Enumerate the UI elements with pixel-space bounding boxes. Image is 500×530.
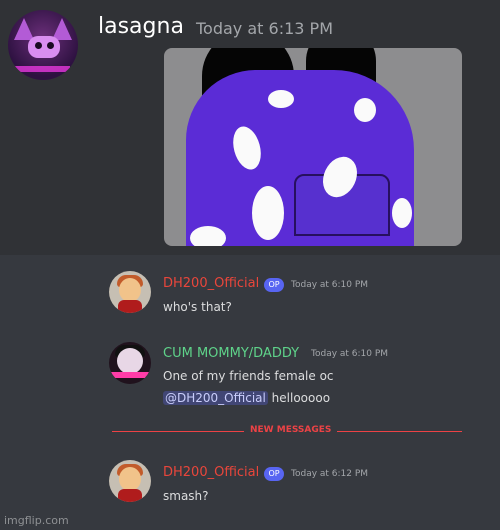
message-text: smash? (163, 489, 209, 503)
username[interactable]: CUM MOMMY/DADDY (163, 346, 299, 361)
timestamp: Today at 6:12 PM (291, 469, 369, 479)
new-messages-label: NEW MESSAGES (244, 425, 338, 435)
avatar-eye (47, 42, 54, 49)
illustration-dot (392, 198, 412, 228)
message-text: who's that? (163, 300, 232, 314)
message-text-reply: @DH200_Official hellooooo (163, 391, 330, 405)
username[interactable]: DH200_Official (163, 276, 259, 291)
top-message: lasagna Today at 6:13 PM (0, 0, 500, 255)
message-text: hellooooo (271, 391, 331, 405)
illustration-dot (268, 90, 294, 108)
avatar-body (118, 300, 142, 313)
avatar-ear (14, 18, 34, 40)
illustration-dot (252, 186, 284, 240)
watermark: imgflip.com (4, 514, 69, 527)
avatar-glitch (14, 66, 70, 72)
avatar-glitch (111, 372, 149, 378)
username[interactable]: lasagna (98, 14, 184, 39)
op-badge: OP (264, 467, 284, 481)
avatar[interactable] (109, 271, 151, 313)
illustration-dot (354, 98, 376, 122)
timestamp: Today at 6:10 PM (291, 280, 369, 290)
message-text: One of my friends female oc (163, 369, 334, 383)
timestamp: Today at 6:13 PM (196, 19, 333, 38)
avatar-face (28, 36, 60, 58)
avatar-head (117, 348, 143, 374)
image-attachment[interactable] (164, 48, 462, 246)
avatar-head (119, 278, 141, 302)
user-mention[interactable]: @DH200_Official (163, 391, 268, 405)
avatar-eye (35, 42, 42, 49)
avatar[interactable] (109, 342, 151, 384)
avatar-head (119, 467, 141, 491)
username[interactable]: DH200_Official (163, 465, 259, 480)
op-badge: OP (264, 278, 284, 292)
avatar-body (118, 489, 142, 502)
illustration-dot (190, 226, 226, 246)
avatar[interactable] (8, 10, 78, 80)
timestamp: Today at 6:10 PM (311, 349, 389, 359)
avatar[interactable] (109, 460, 151, 502)
